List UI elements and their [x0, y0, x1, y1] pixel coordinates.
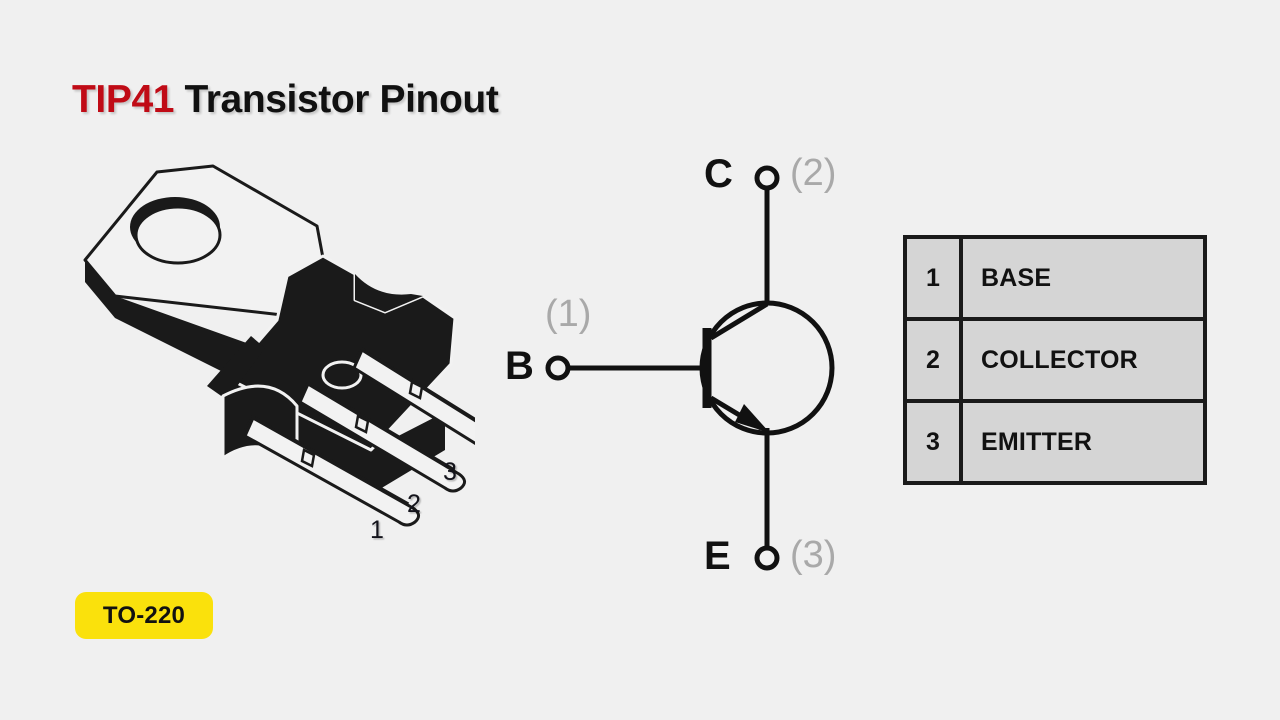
base-terminal-node	[545, 355, 571, 381]
package-lead-number-1: 1	[370, 516, 384, 544]
pin-number-cell: 3	[907, 403, 963, 481]
table-row: 2 COLLECTOR	[907, 321, 1203, 403]
collector-label: C	[704, 152, 733, 196]
title-highlight: TIP41	[72, 78, 175, 121]
table-row: 3 EMITTER	[907, 403, 1203, 481]
symbol-envelope-circle	[699, 300, 835, 436]
pin-number-cell: 1	[907, 239, 963, 317]
base-label: B	[505, 344, 534, 388]
package-type-badge: TO-220	[75, 592, 213, 639]
package-lead-number-2: 2	[407, 490, 421, 518]
npn-transistor-symbol	[545, 165, 835, 571]
page-title: TIP41 Transistor Pinout	[72, 78, 499, 122]
emitter-terminal-node	[754, 545, 780, 571]
table-row: 1 BASE	[907, 239, 1203, 321]
pin-function-cell: BASE	[981, 263, 1052, 292]
pin-function-cell: COLLECTOR	[981, 345, 1138, 374]
pin-function-cell: EMITTER	[981, 427, 1093, 456]
emitter-pin-ref: (3)	[790, 534, 837, 576]
title-rest: Transistor Pinout	[174, 78, 499, 121]
base-pin-ref: (1)	[545, 293, 592, 335]
package-lead-number-3: 3	[443, 458, 457, 486]
package-mounting-hole	[134, 205, 222, 265]
collector-pin-ref: (2)	[790, 152, 837, 194]
pinout-table: 1 BASE 2 COLLECTOR 3 EMITTER	[903, 235, 1207, 485]
pin-number-cell: 2	[907, 321, 963, 399]
emitter-label: E	[704, 534, 731, 578]
collector-terminal-node	[754, 165, 780, 191]
diagram-canvas: TIP41 Transistor Pinout 1 2 3 TO-220 C B…	[0, 0, 1280, 720]
